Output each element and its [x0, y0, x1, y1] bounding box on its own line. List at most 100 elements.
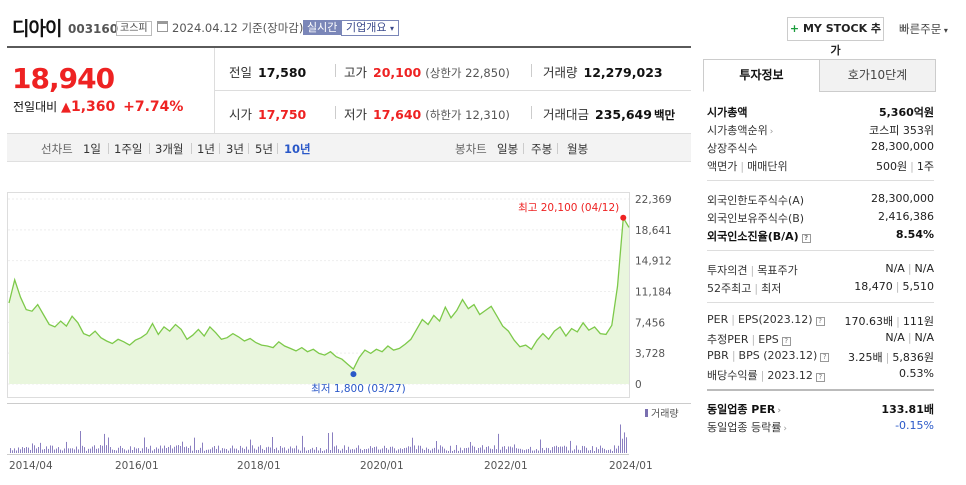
volume-bar — [108, 437, 109, 453]
volume-bar — [126, 450, 127, 453]
eps-text: EPS(2023.12) — [737, 313, 813, 326]
volume-bar — [234, 448, 235, 453]
volume-bar — [70, 448, 71, 453]
volume-bar — [438, 449, 439, 453]
volume-bar — [98, 448, 99, 453]
par-value-label: 액면가 | 매매단위 — [707, 160, 788, 173]
help-icon[interactable]: ? — [781, 337, 791, 346]
volume-bar — [502, 446, 503, 453]
volume-bar — [208, 449, 209, 453]
add-mystock-button[interactable]: + MY STOCK 추가 — [787, 17, 884, 57]
volume-bar — [546, 447, 547, 453]
volume-bar — [80, 431, 81, 453]
volume-bar — [248, 449, 249, 453]
volume-bar — [474, 446, 475, 453]
realtime-button[interactable]: 실시간 — [303, 20, 342, 35]
quick-order-dropdown[interactable]: 빠른주문 ▾ — [899, 21, 948, 37]
volume-bar — [288, 448, 289, 453]
open-price: 시가 17,750 — [229, 104, 306, 123]
x-tick-label: 2014/04 — [9, 460, 53, 472]
company-overview-dropdown[interactable]: 기업개요 ▾ — [341, 20, 399, 36]
period-1w[interactable]: 1주일 — [114, 141, 142, 157]
volume-bar — [404, 448, 405, 453]
volume-bar — [392, 446, 393, 453]
volume-bar — [376, 446, 377, 453]
volume-bar — [476, 450, 477, 453]
volume-bar — [192, 450, 193, 453]
volume-bar — [316, 447, 317, 453]
volume-bar — [562, 446, 563, 453]
industry-change-row[interactable]: 동일업종 등락률 › -0.15% — [707, 417, 934, 435]
per-text: PER — [707, 313, 729, 326]
stock-code: 003160 — [68, 22, 119, 36]
tab-quotes[interactable]: 호가10단계 — [819, 59, 936, 92]
volume-bar — [306, 450, 307, 453]
volume-bar — [526, 449, 527, 453]
volume-bar — [508, 446, 509, 453]
volume-value: 12,279,023 — [583, 65, 663, 80]
est-eps-text: EPS — [758, 333, 779, 346]
volume-bar — [402, 449, 403, 453]
help-icon[interactable]: ? — [801, 234, 811, 243]
market-cap-rank-row[interactable]: 시가총액순위 › 코스피 353위 — [707, 120, 934, 138]
volume-bar — [528, 448, 529, 453]
help-icon[interactable]: ? — [815, 373, 825, 382]
volume-bar — [218, 445, 219, 453]
volume-bar — [136, 448, 137, 453]
est-eps-val: N/A — [914, 331, 934, 344]
industry-change-value: -0.15% — [895, 419, 934, 432]
volume-bar — [232, 445, 233, 453]
volume-bar — [488, 446, 489, 453]
volume-bar — [310, 449, 311, 453]
volume-bar — [272, 436, 273, 453]
market-cap-row: 시가총액 5,360억원 — [707, 102, 934, 120]
industry-per-row[interactable]: 동일업종 PER › 133.81배 — [707, 399, 934, 417]
volume-bar — [470, 441, 471, 453]
x-tick-label: 2018/01 — [237, 460, 281, 472]
period-3m[interactable]: 3개월 — [155, 141, 183, 157]
volume-bar — [544, 450, 545, 453]
trade-amount: 거래대금 235,649 백만 — [543, 104, 675, 123]
volume-bar — [286, 450, 287, 453]
help-icon[interactable]: ? — [820, 353, 830, 362]
candle-daily[interactable]: 일봉 — [497, 141, 518, 157]
market-cap-label: 시가총액 — [707, 106, 748, 119]
help-icon[interactable]: ? — [815, 317, 825, 326]
volume-bar — [22, 447, 23, 453]
volume-bar — [168, 446, 169, 453]
bps-text: BPS (2023.12) — [738, 349, 818, 362]
market-cap-rank-text: 시가총액순위 — [707, 124, 768, 137]
volume-bar — [440, 445, 441, 453]
foreign-holding-label: 외국인보유주식수(B) — [707, 212, 805, 225]
volume-bar — [14, 448, 15, 453]
x-tick-label: 2016/01 — [115, 460, 159, 472]
calendar-icon — [157, 21, 168, 32]
current-price: 18,940 — [12, 62, 115, 95]
period-1y[interactable]: 1년 — [197, 141, 215, 157]
volume-bar — [416, 449, 417, 453]
volume-bar — [460, 447, 461, 453]
volume-bar — [340, 450, 341, 453]
candle-weekly[interactable]: 주봉 — [531, 141, 552, 157]
period-5y[interactable]: 5년 — [255, 141, 273, 157]
volume-bar — [564, 445, 565, 453]
period-10y[interactable]: 10년 — [284, 141, 311, 157]
volume-bar — [428, 448, 429, 453]
foreign-limit-row: 외국인한도주식수(A) 28,300,000 — [707, 190, 934, 208]
volume-bar — [338, 449, 339, 453]
volume-bar — [614, 445, 615, 453]
candle-monthly[interactable]: 월봉 — [567, 141, 588, 157]
period-1d[interactable]: 1일 — [83, 141, 101, 157]
volume-bar — [384, 445, 385, 453]
opinion-text: 투자의견 — [707, 264, 748, 277]
tab-investment-info[interactable]: 투자정보 — [703, 59, 820, 92]
amount-unit: 백만 — [653, 108, 676, 122]
volume-bar — [158, 448, 159, 453]
volume-bar — [604, 448, 605, 453]
period-3y[interactable]: 3년 — [226, 141, 244, 157]
volume-bar — [106, 445, 107, 453]
foreign-holding-row: 외국인보유주식수(B) 2,416,386 — [707, 208, 934, 226]
divider — [707, 302, 934, 303]
volume-bar — [356, 447, 357, 453]
price-chart[interactable]: 22,369 18,641 14,912 11,184 7,456 3,728 0 최고 20… — [7, 162, 691, 484]
